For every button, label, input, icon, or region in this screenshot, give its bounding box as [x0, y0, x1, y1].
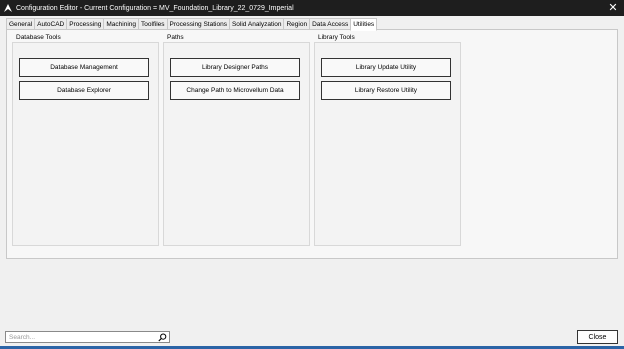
- close-button[interactable]: Close: [577, 330, 618, 344]
- library-tools-title: Library Tools: [318, 34, 355, 41]
- paths-group: Paths Library Designer Paths Change Path…: [163, 34, 310, 246]
- search-icon[interactable]: [158, 333, 167, 342]
- database-tools-title: Database Tools: [16, 34, 61, 41]
- title-bar: Configuration Editor - Current Configura…: [0, 0, 624, 16]
- tab-utilities[interactable]: Utilities: [350, 18, 378, 31]
- search-input[interactable]: [6, 332, 154, 342]
- database-management-button[interactable]: Database Management: [19, 58, 149, 77]
- library-tools-group: Library Tools Library Update Utility Lib…: [314, 34, 461, 246]
- window-title: Configuration Editor - Current Configura…: [16, 4, 294, 12]
- database-tools-group: Database Tools Database Management Datab…: [12, 34, 159, 246]
- utilities-panel: Database Tools Database Management Datab…: [6, 29, 618, 259]
- close-icon[interactable]: ✕: [607, 2, 619, 14]
- library-restore-utility-button[interactable]: Library Restore Utility: [321, 81, 451, 100]
- database-explorer-button[interactable]: Database Explorer: [19, 81, 149, 100]
- library-update-utility-button[interactable]: Library Update Utility: [321, 58, 451, 77]
- search-box: [5, 331, 170, 343]
- change-path-button[interactable]: Change Path to Microvellum Data: [170, 81, 300, 100]
- paths-title: Paths: [167, 34, 184, 41]
- app-logo-icon: [0, 0, 16, 16]
- library-designer-paths-button[interactable]: Library Designer Paths: [170, 58, 300, 77]
